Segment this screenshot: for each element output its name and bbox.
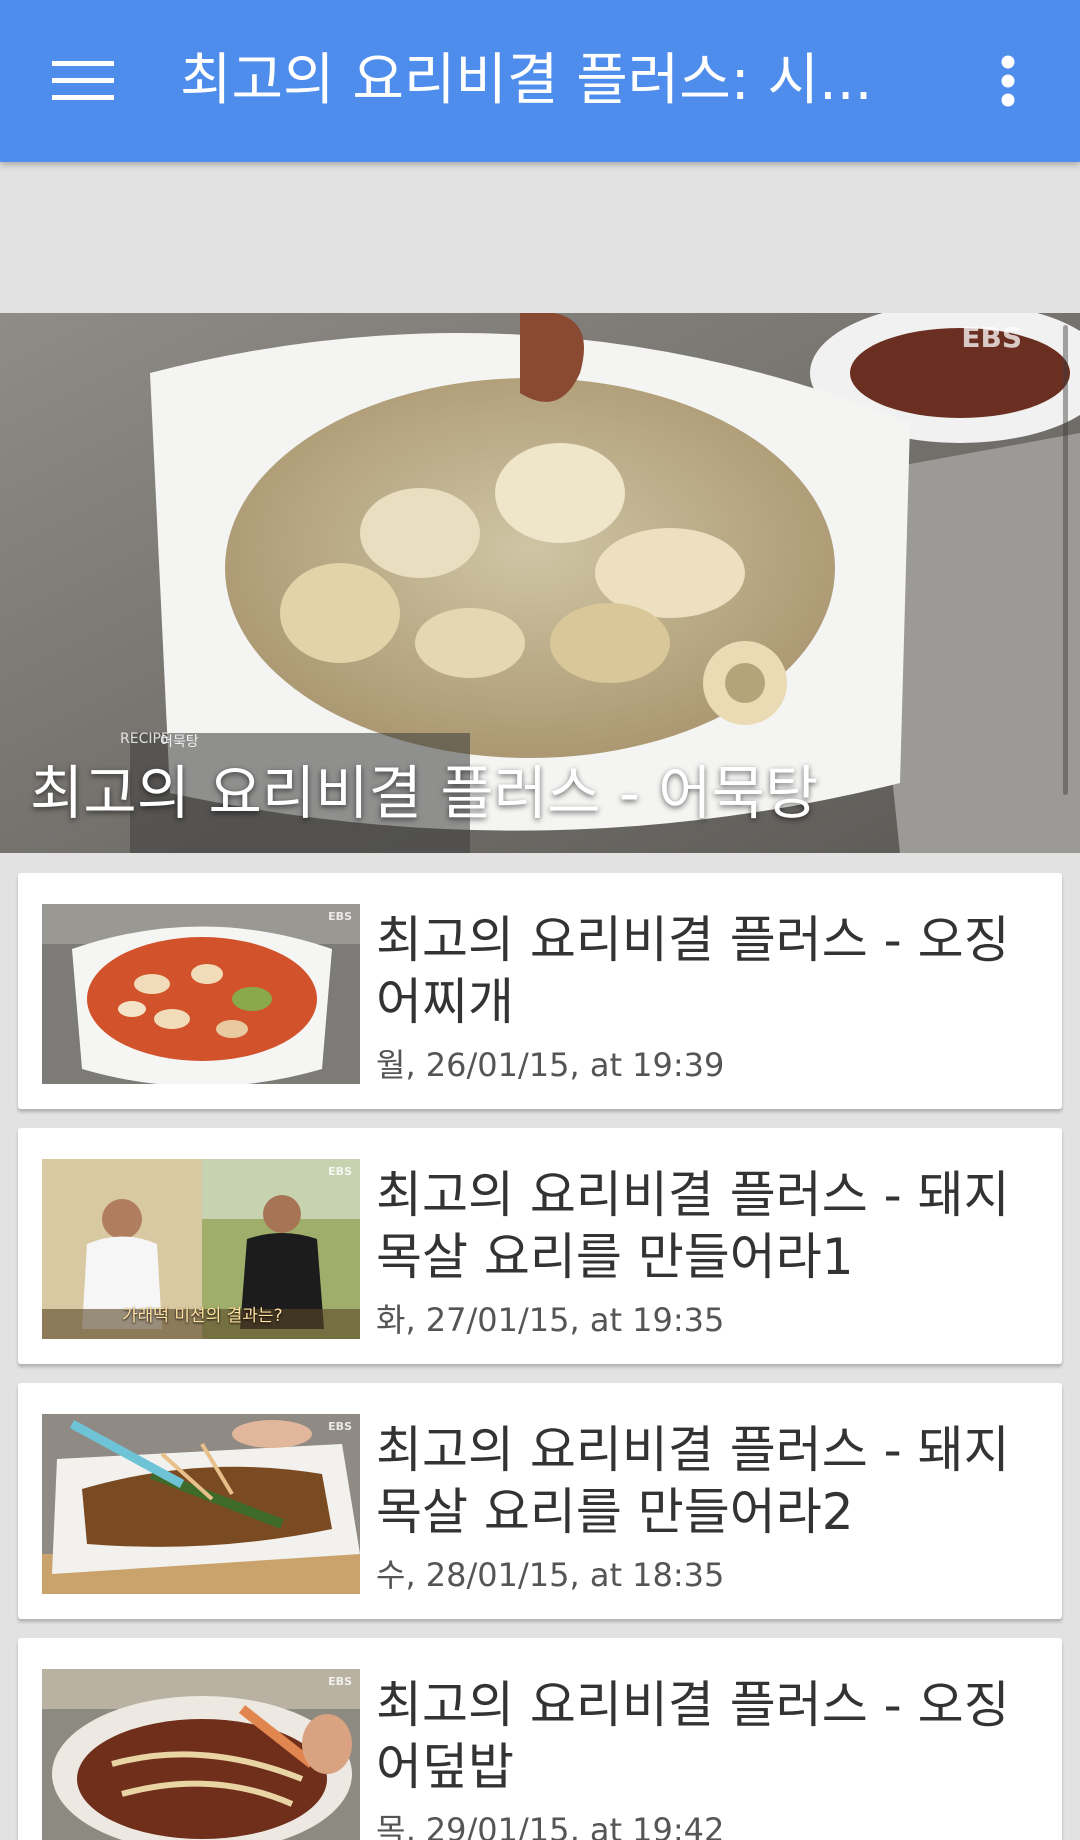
video-date: 화, 27/01/15, at 19:35 — [376, 1301, 725, 1339]
channel-badge: EBS — [328, 1675, 352, 1688]
channel-badge: EBS — [328, 1420, 352, 1433]
video-thumbnail: EBS — [42, 904, 360, 1084]
featured-title: 최고의 요리비결 플러스 - 어묵탕 — [30, 759, 819, 827]
video-date: 월, 26/01/15, at 19:39 — [376, 1046, 725, 1084]
video-date: 목, 29/01/15, at 19:42 — [376, 1811, 725, 1840]
video-date: 수, 28/01/15, at 18:35 — [376, 1556, 725, 1594]
featured-video[interactable]: EBS RECIPE 어묵탕 최고의 요리비결 플러스 - 어묵탕 — [0, 313, 1080, 853]
app-screen: 최고의 요리비결 플러스: 시... EBS RECIPE 어묵탕 최고의 요리… — [0, 0, 1080, 1840]
video-card[interactable]: EBS 최고의 요리비결 플러스 - 오징어덮밥 목, 29/01/15, at… — [18, 1638, 1062, 1840]
channel-badge: EBS — [328, 1165, 352, 1178]
hamburger-menu-icon — [52, 61, 114, 100]
app-bar-title: 최고의 요리비결 플러스: 시... — [180, 48, 873, 113]
channel-badge: EBS — [328, 910, 352, 923]
menu-button[interactable] — [28, 33, 138, 129]
app-bar: 최고의 요리비결 플러스: 시... — [0, 0, 1080, 162]
video-card[interactable]: EBS 최고의 요리비결 플러스 - 돼지목살 요리를 만들어라2 수, 28/… — [18, 1383, 1062, 1619]
scrollbar[interactable] — [1063, 325, 1068, 795]
video-title: 최고의 요리비결 플러스 - 오징어덮밥 — [376, 1676, 1010, 1796]
overflow-menu-button[interactable] — [968, 33, 1048, 129]
video-thumbnail: EBS — [42, 1414, 360, 1594]
video-card[interactable]: EBS 가래떡 미션의 결과는? 최고의 요리비결 플러스 - 돼지목살 요리를… — [18, 1128, 1062, 1364]
video-thumbnail: EBS 가래떡 미션의 결과는? — [42, 1159, 360, 1339]
video-card[interactable]: EBS 최고의 요리비결 플러스 - 오징어찌개 월, 26/01/15, at… — [18, 873, 1062, 1109]
video-title: 최고의 요리비결 플러스 - 오징어찌개 — [376, 911, 1010, 1031]
video-thumbnail: EBS — [42, 1669, 360, 1840]
video-list: EBS 최고의 요리비결 플러스 - 오징어찌개 월, 26/01/15, at… — [18, 873, 1062, 1840]
video-title: 최고의 요리비결 플러스 - 돼지목살 요리를 만들어라1 — [376, 1166, 1010, 1286]
channel-badge: EBS — [961, 321, 1022, 354]
more-vert-icon — [1001, 55, 1015, 107]
thumbnail-caption: 가래떡 미션의 결과는? — [122, 1306, 283, 1326]
video-title: 최고의 요리비결 플러스 - 돼지목살 요리를 만들어라2 — [376, 1421, 1010, 1541]
